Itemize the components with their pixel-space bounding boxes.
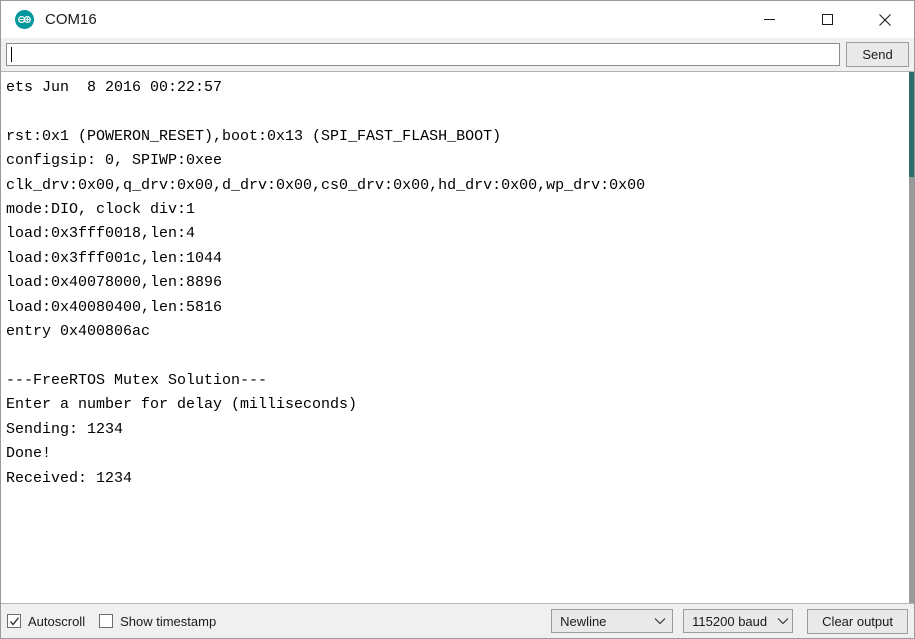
title-bar: COM16 xyxy=(1,1,914,38)
console-line: Done! xyxy=(6,445,52,463)
show-timestamp-checkbox[interactable]: Show timestamp xyxy=(99,614,216,629)
show-timestamp-checkbox-box[interactable] xyxy=(99,614,114,628)
status-bar: Autoscroll Show timestamp Newline 115200… xyxy=(1,603,914,638)
autoscroll-checkbox[interactable]: Autoscroll xyxy=(7,614,85,629)
text-caret xyxy=(11,47,12,62)
baud-rate-value: 115200 baud xyxy=(692,613,768,629)
chevron-down-icon xyxy=(654,617,666,625)
close-button[interactable] xyxy=(856,1,914,38)
console-output[interactable]: ets Jun 8 2016 00:22:57 rst:0x1 (POWERON… xyxy=(1,72,909,603)
console-line: Received: 1234 xyxy=(6,469,133,487)
console-line: mode:DIO, clock div:1 xyxy=(6,201,196,219)
send-input[interactable] xyxy=(6,43,840,66)
clear-output-button[interactable]: Clear output xyxy=(807,608,908,634)
chevron-down-icon xyxy=(777,617,789,625)
console-line: load:0x40078000,len:8896 xyxy=(6,274,223,292)
line-ending-value: Newline xyxy=(560,613,607,629)
console-line: load:0x3fff0018,len:4 xyxy=(6,225,196,243)
console-line: ---FreeRTOS Mutex Solution--- xyxy=(6,371,268,389)
send-button[interactable]: Send xyxy=(846,42,909,67)
console-line: Enter a number for delay (milliseconds) xyxy=(6,396,358,414)
console-scrollbar-thumb[interactable] xyxy=(909,72,914,177)
send-row: Send xyxy=(1,38,914,71)
check-icon xyxy=(9,616,19,625)
maximize-button[interactable] xyxy=(798,1,856,38)
console-line: clk_drv:0x00,q_drv:0x00,d_drv:0x00,cs0_d… xyxy=(6,176,646,194)
serial-monitor-window: COM16 Send ets Jun 8 2016 00:22:57 rst:0… xyxy=(0,0,915,639)
console-line: rst:0x1 (POWERON_RESET),boot:0x13 (SPI_F… xyxy=(6,127,502,145)
minimize-button[interactable] xyxy=(740,1,798,38)
console-area: ets Jun 8 2016 00:22:57 rst:0x1 (POWERON… xyxy=(1,71,914,603)
console-line: load:0x40080400,len:5816 xyxy=(6,298,223,316)
window-title: COM16 xyxy=(45,11,97,28)
line-ending-dropdown[interactable]: Newline xyxy=(551,609,674,633)
console-line: ets Jun 8 2016 00:22:57 xyxy=(6,79,223,96)
console-line: configsip: 0, SPIWP:0xee xyxy=(6,152,223,170)
show-timestamp-label: Show timestamp xyxy=(120,613,217,629)
console-line: entry 0x400806ac xyxy=(6,323,151,341)
baud-rate-dropdown[interactable]: 115200 baud xyxy=(683,609,794,633)
window-controls xyxy=(740,1,914,38)
autoscroll-checkbox-box[interactable] xyxy=(7,614,21,628)
console-scrollbar[interactable] xyxy=(909,72,914,603)
console-line: load:0x3fff001c,len:1044 xyxy=(6,249,223,267)
autoscroll-label: Autoscroll xyxy=(28,613,86,629)
arduino-logo-icon xyxy=(15,10,34,29)
console-line: Sending: 1234 xyxy=(6,420,124,438)
title-bar-left: COM16 xyxy=(1,10,740,29)
